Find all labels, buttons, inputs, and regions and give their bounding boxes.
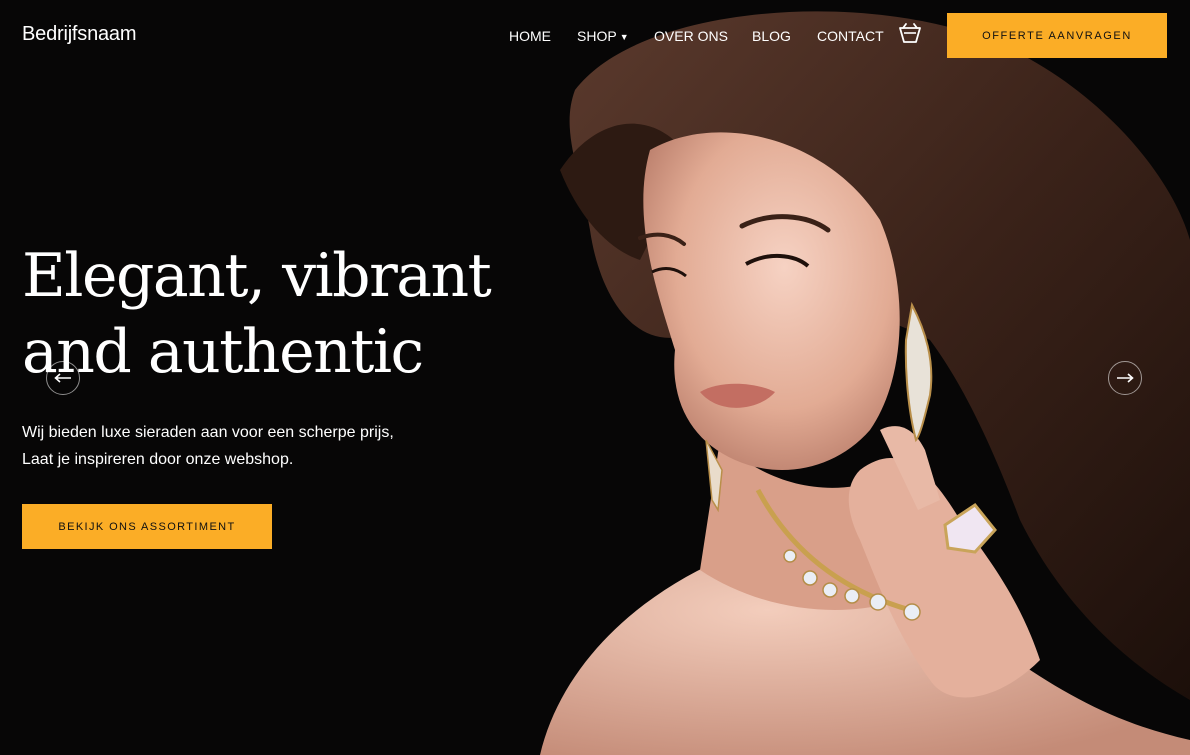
hero-slider: Bedrijfsnaam HOME SHOP ▼ OVER ONS BLOG CO… [0, 0, 1190, 755]
hero-description-line-2: Laat je inspireren door onze webshop. [22, 451, 294, 468]
nav-item-contact[interactable]: CONTACT [817, 28, 884, 44]
nav-item-shop[interactable]: SHOP ▼ [577, 28, 629, 44]
nav-item-over-ons[interactable]: OVER ONS [654, 28, 728, 44]
arrow-left-icon[interactable] [46, 361, 80, 395]
hero-headline-line-1: Elegant, vibrant [22, 241, 492, 311]
basket-icon[interactable] [898, 21, 922, 45]
nav-item-shop-label: SHOP [577, 28, 617, 44]
arrow-right-icon[interactable] [1108, 361, 1142, 395]
view-assortment-button[interactable]: BEKIJK ONS ASSORTIMENT [22, 504, 272, 549]
hero-headline-line-2: and authentic [22, 317, 424, 387]
hero-description: Wij bieden luxe sieraden aan voor een sc… [22, 419, 394, 473]
chevron-down-icon: ▼ [619, 32, 629, 42]
hero-description-line-1: Wij bieden luxe sieraden aan voor een sc… [22, 424, 394, 441]
nav-item-home[interactable]: HOME [509, 28, 551, 44]
nav-item-blog[interactable]: BLOG [752, 28, 791, 44]
brand-logo[interactable]: Bedrijfsnaam [22, 23, 137, 46]
request-quote-button[interactable]: OFFERTE AANVRAGEN [947, 13, 1167, 58]
hero-headline: Elegant, vibrant and authentic [22, 238, 492, 390]
